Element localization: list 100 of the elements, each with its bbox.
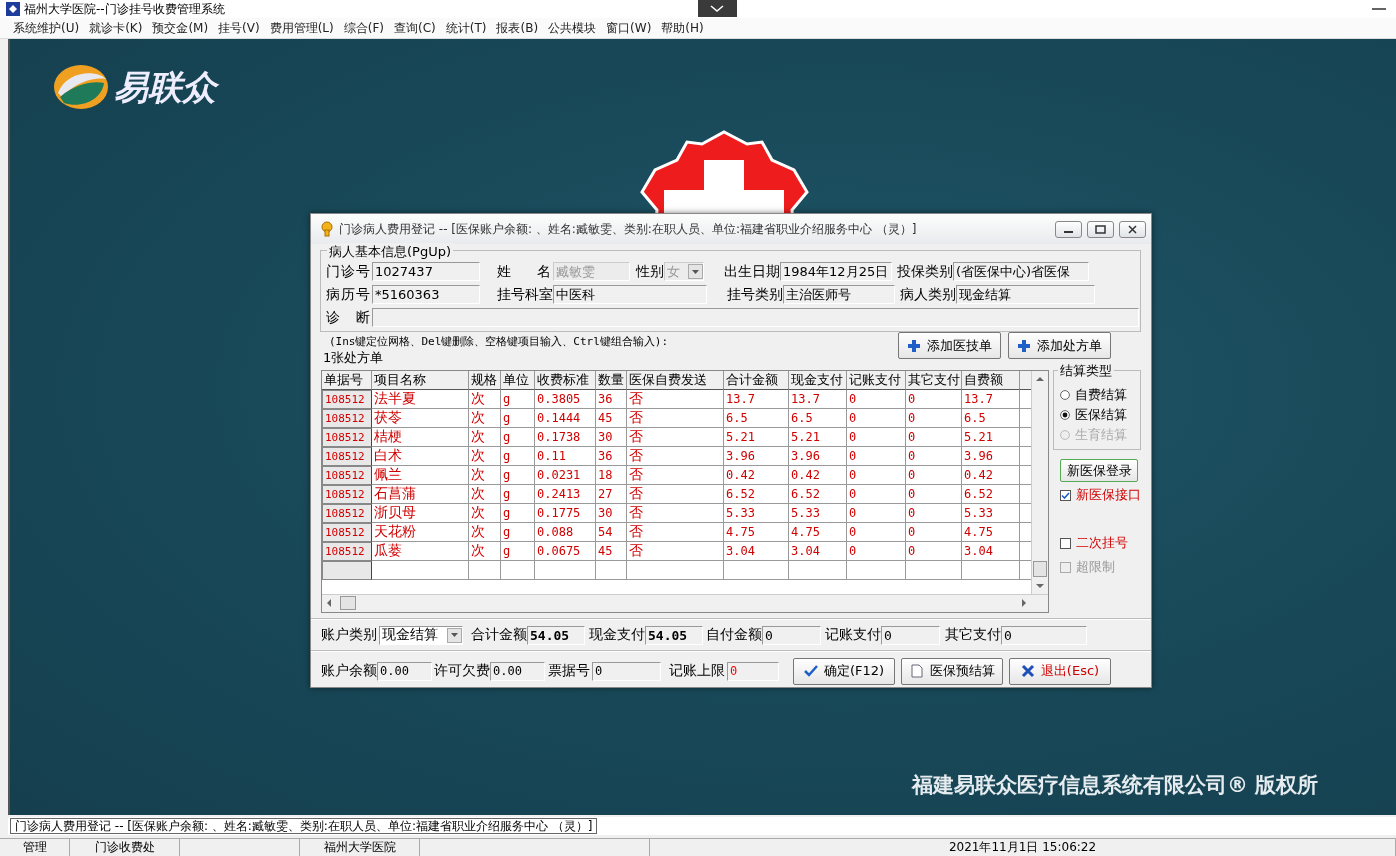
scrollbar-thumb[interactable] bbox=[340, 596, 356, 610]
scroll-left-icon[interactable] bbox=[327, 599, 331, 607]
row-header-cell: 108512 bbox=[322, 542, 372, 561]
menu-item[interactable]: 帮助(H) bbox=[656, 19, 709, 37]
column-header[interactable]: 规格 bbox=[469, 371, 501, 390]
exit-button[interactable]: 退出(Esc) bbox=[1009, 657, 1111, 685]
radio-option[interactable]: 医保结算 bbox=[1060, 405, 1140, 425]
table-cell: 54 bbox=[596, 523, 627, 542]
table-cell: 36 bbox=[596, 390, 627, 409]
column-header[interactable] bbox=[1020, 371, 1032, 390]
horizontal-scrollbar[interactable] bbox=[322, 594, 1048, 612]
scroll-right-icon[interactable] bbox=[1022, 599, 1026, 607]
column-header[interactable]: 合计金额 bbox=[724, 371, 789, 390]
column-header[interactable]: 记账支付 bbox=[847, 371, 906, 390]
table-cell: 0 bbox=[847, 523, 906, 542]
input-field[interactable]: 0 bbox=[592, 661, 661, 681]
column-header[interactable]: 自费额 bbox=[962, 371, 1020, 390]
table-cell: 6.52 bbox=[962, 485, 1020, 504]
menu-item[interactable]: 挂号(V) bbox=[213, 19, 265, 37]
row-header-cell: 108512 bbox=[322, 523, 372, 542]
table-cell: 桔梗 bbox=[372, 428, 469, 447]
input-field[interactable] bbox=[372, 308, 1139, 327]
table-cell: 次 bbox=[469, 466, 501, 485]
table-cell: 0 bbox=[847, 542, 906, 561]
radio-button-icon[interactable] bbox=[1060, 410, 1070, 420]
column-header[interactable]: 项目名称 bbox=[372, 371, 469, 390]
table-cell: 茯苓 bbox=[372, 409, 469, 428]
table-cell: 18 bbox=[596, 466, 627, 485]
login-button[interactable]: 新医保登录 bbox=[1060, 459, 1138, 482]
menu-item[interactable]: 查询(C) bbox=[389, 19, 441, 37]
scroll-down-icon[interactable] bbox=[1036, 584, 1045, 588]
checkbox-option[interactable]: 新医保接口 bbox=[1060, 485, 1141, 505]
menu-item[interactable]: 预交金(M) bbox=[147, 19, 214, 37]
input-field[interactable]: 1984年12月25日 bbox=[780, 262, 892, 281]
input-field[interactable]: *5160363 bbox=[372, 285, 480, 304]
checkbox-icon[interactable] bbox=[1060, 537, 1071, 549]
menu-item[interactable]: 报表(B) bbox=[491, 19, 544, 37]
input-field[interactable]: 现金结算 bbox=[956, 285, 1095, 304]
scroll-up-icon[interactable] bbox=[1036, 377, 1045, 381]
menu-item[interactable]: 就诊卡(K) bbox=[84, 19, 148, 37]
column-header[interactable]: 其它支付 bbox=[906, 371, 962, 390]
dropdown[interactable]: 现金结算 bbox=[379, 625, 463, 645]
column-header[interactable]: 医保自费发送 bbox=[627, 371, 724, 390]
input-field[interactable]: 0 bbox=[762, 625, 821, 645]
status-bar-cell: 福州大学医院 bbox=[300, 838, 420, 856]
document-icon bbox=[909, 664, 924, 678]
table-cell: 3.04 bbox=[724, 542, 789, 561]
table-cell: 0 bbox=[847, 447, 906, 466]
empty-cell bbox=[535, 561, 596, 580]
row-header-cell: 108512 bbox=[322, 485, 372, 504]
menu-item[interactable]: 窗口(W) bbox=[601, 19, 657, 37]
table-cell: 5.21 bbox=[724, 428, 789, 447]
empty-cell bbox=[501, 561, 535, 580]
add-button[interactable]: 添加医技单 bbox=[898, 332, 1001, 359]
window-title: 福州大学医院--门诊挂号收费管理系统 bbox=[24, 0, 225, 18]
close-button[interactable] bbox=[1119, 220, 1146, 238]
input-field[interactable]: 主治医师号 bbox=[783, 285, 895, 304]
maximize-button[interactable] bbox=[1087, 220, 1114, 238]
column-header[interactable]: 数量 bbox=[596, 371, 627, 390]
menu-item[interactable]: 系统维护(U) bbox=[8, 19, 85, 37]
table-cell: 0 bbox=[847, 409, 906, 428]
vertical-scrollbar[interactable] bbox=[1031, 371, 1048, 594]
radio-button-icon[interactable] bbox=[1060, 390, 1070, 400]
table-cell: 0.1775 bbox=[535, 504, 596, 523]
table-cell: 次 bbox=[469, 504, 501, 523]
input-field[interactable]: 1027437 bbox=[372, 262, 480, 281]
table-cell: 0 bbox=[906, 523, 962, 542]
minimize-button[interactable] bbox=[1055, 220, 1082, 238]
input-field[interactable]: 0.00 bbox=[377, 661, 432, 681]
scrollbar-thumb[interactable] bbox=[1033, 561, 1048, 577]
table-cell: 0.42 bbox=[962, 466, 1020, 485]
confirm-button[interactable]: 确定(F12) bbox=[793, 657, 895, 685]
checkbox-icon[interactable] bbox=[1060, 489, 1071, 501]
column-header[interactable]: 单位 bbox=[501, 371, 535, 390]
menu-item[interactable]: 费用管理(L) bbox=[264, 19, 339, 37]
column-header[interactable]: 单据号 bbox=[322, 371, 372, 390]
input-field[interactable]: 0 bbox=[727, 661, 779, 681]
add-button[interactable]: 添加处方单 bbox=[1008, 332, 1111, 359]
radio-option[interactable]: 自费结算 bbox=[1060, 385, 1140, 405]
menu-item[interactable]: 统计(T) bbox=[440, 19, 492, 37]
pre-settle-button[interactable]: 医保预结算 bbox=[901, 657, 1003, 685]
input-field[interactable]: 0 bbox=[881, 625, 940, 645]
input-field[interactable]: 0.00 bbox=[490, 661, 545, 681]
checkbox-option[interactable]: 二次挂号 bbox=[1060, 533, 1141, 553]
input-field[interactable]: (省医保中心)省医保 bbox=[953, 262, 1089, 281]
column-header[interactable]: 现金支付 bbox=[789, 371, 847, 390]
column-header[interactable]: 收费标准 bbox=[535, 371, 596, 390]
table-cell: 5.21 bbox=[789, 428, 847, 447]
field-label: 门诊号 bbox=[326, 262, 371, 281]
menu-item[interactable]: 综合(F) bbox=[338, 19, 389, 37]
menu-item[interactable]: 公共模块 bbox=[543, 19, 602, 37]
field-label: 许可欠费 bbox=[434, 662, 490, 680]
input-field[interactable]: 54.05 bbox=[527, 625, 585, 645]
chevron-down-button[interactable] bbox=[698, 0, 737, 17]
input-field[interactable]: 中医科 bbox=[553, 285, 707, 304]
dropdown-arrow-icon bbox=[692, 269, 699, 274]
table-cell: 0 bbox=[906, 504, 962, 523]
input-field[interactable]: 54.05 bbox=[645, 625, 703, 645]
table-cell: 30 bbox=[596, 504, 627, 523]
input-field[interactable]: 0 bbox=[1001, 625, 1087, 645]
